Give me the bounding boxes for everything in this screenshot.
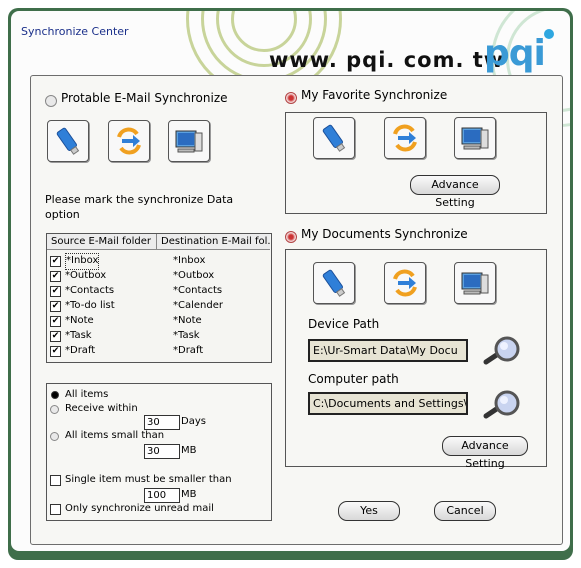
computer-icon[interactable] [454, 262, 496, 304]
folder-checkbox[interactable]: ✔ [50, 256, 61, 267]
computer-path-field[interactable]: C:\Documents and Settings\ [308, 392, 468, 415]
small-than-label: All items small than [65, 430, 165, 441]
email-sync-label: Protable E-Mail Synchronize [61, 91, 228, 105]
small-than-radio[interactable] [50, 432, 59, 441]
computer-icon[interactable] [454, 117, 496, 159]
window-title: Synchronize Center [21, 25, 129, 38]
column-header-source[interactable]: Source E-Mail folder [47, 234, 157, 250]
favorite-advance-setting-button[interactable]: Advance Setting [410, 175, 500, 209]
favorite-sync-box: Advance Setting [285, 112, 547, 214]
documents-sync-radio[interactable] [285, 231, 297, 243]
destination-folder-cell: *Task [173, 330, 200, 341]
destination-folder-cell: *Note [173, 315, 202, 326]
mail-options-box: All items Receive within 30 Days All ite… [46, 383, 272, 521]
folder-list: Source E-Mail folder Destination E-Mail … [46, 233, 272, 363]
device-path-label: Device Path [308, 317, 380, 331]
unread-only-checkbox[interactable] [50, 504, 61, 515]
main-panel: Protable E-Mail Synchronize Please mark … [30, 75, 563, 545]
destination-folder-cell: *Outbox [173, 270, 215, 281]
source-folder-cell: *Note [65, 315, 94, 326]
folder-checkbox[interactable]: ✔ [50, 286, 61, 297]
receive-within-radio[interactable] [50, 405, 59, 414]
instruction-line1: Please mark the synchronize Data [45, 193, 234, 206]
source-folder-cell: *Outbox [65, 270, 107, 281]
website-url: www. pqi. com. tw [269, 48, 505, 72]
computer-path-label: Computer path [308, 372, 399, 386]
source-folder-cell: *Draft [65, 345, 96, 356]
browse-device-magnifier-icon[interactable] [482, 336, 522, 366]
receive-within-label: Receive within [65, 403, 138, 414]
small-than-unit: MB [181, 445, 197, 456]
usb-drive-icon[interactable] [47, 120, 89, 162]
single-item-label: Single item must be smaller than [65, 474, 232, 485]
usb-drive-icon[interactable] [313, 117, 355, 159]
destination-folder-cell: *Calender [173, 300, 223, 311]
all-items-radio[interactable] [51, 391, 59, 399]
favorite-sync-radio[interactable] [285, 92, 297, 104]
source-folder-cell: *Task [65, 330, 92, 341]
single-item-checkbox[interactable] [50, 475, 61, 486]
single-item-input[interactable]: 100 [144, 488, 180, 503]
logo-dot [544, 29, 554, 39]
documents-advance-setting-button[interactable]: Advance Setting [442, 436, 528, 470]
source-folder-cell: *Contacts [65, 285, 115, 296]
cancel-button[interactable]: Cancel [434, 501, 496, 521]
folder-checkbox[interactable]: ✔ [50, 346, 61, 357]
small-than-input[interactable]: 30 [144, 444, 180, 459]
window-body: Synchronize Center www. pqi. com. tw pqi… [11, 11, 570, 551]
sync-arrows-icon[interactable] [108, 120, 150, 162]
destination-folder-cell: *Draft [173, 345, 204, 356]
days-unit: Days [181, 416, 206, 427]
documents-sync-box: Device Path E:\Ur-Smart Data\My Docu Com… [285, 249, 547, 470]
single-item-unit: MB [181, 489, 197, 500]
folder-checkbox[interactable]: ✔ [50, 271, 61, 282]
favorite-sync-label: My Favorite Synchronize [301, 88, 448, 102]
source-folder-cell: *To-do list [65, 300, 115, 311]
column-header-destination[interactable]: Destination E-Mail fol... [157, 234, 270, 250]
documents-sync-label: My Documents Synchronize [301, 227, 468, 241]
browse-computer-magnifier-icon[interactable] [482, 390, 522, 420]
folder-checkbox[interactable]: ✔ [50, 331, 61, 342]
destination-folder-cell: *Inbox [173, 255, 206, 266]
destination-folder-cell: *Contacts [173, 285, 223, 296]
window-frame: Synchronize Center www. pqi. com. tw pqi… [8, 8, 573, 560]
device-path-field[interactable]: E:\Ur-Smart Data\My Docu [308, 339, 468, 362]
days-input[interactable]: 30 [144, 415, 180, 430]
brand-logo: pqi [484, 33, 546, 74]
folder-checkbox[interactable]: ✔ [50, 316, 61, 327]
all-items-label: All items [65, 389, 109, 400]
usb-drive-icon[interactable] [313, 262, 355, 304]
instruction-line2: option [45, 208, 80, 221]
sync-arrows-icon[interactable] [384, 262, 426, 304]
sync-arrows-icon[interactable] [384, 117, 426, 159]
unread-only-label: Only synchronize unread mail [65, 503, 214, 514]
email-sync-radio[interactable] [45, 95, 57, 107]
yes-button[interactable]: Yes [338, 501, 400, 521]
computer-icon[interactable] [168, 120, 210, 162]
folder-checkbox[interactable]: ✔ [50, 301, 61, 312]
